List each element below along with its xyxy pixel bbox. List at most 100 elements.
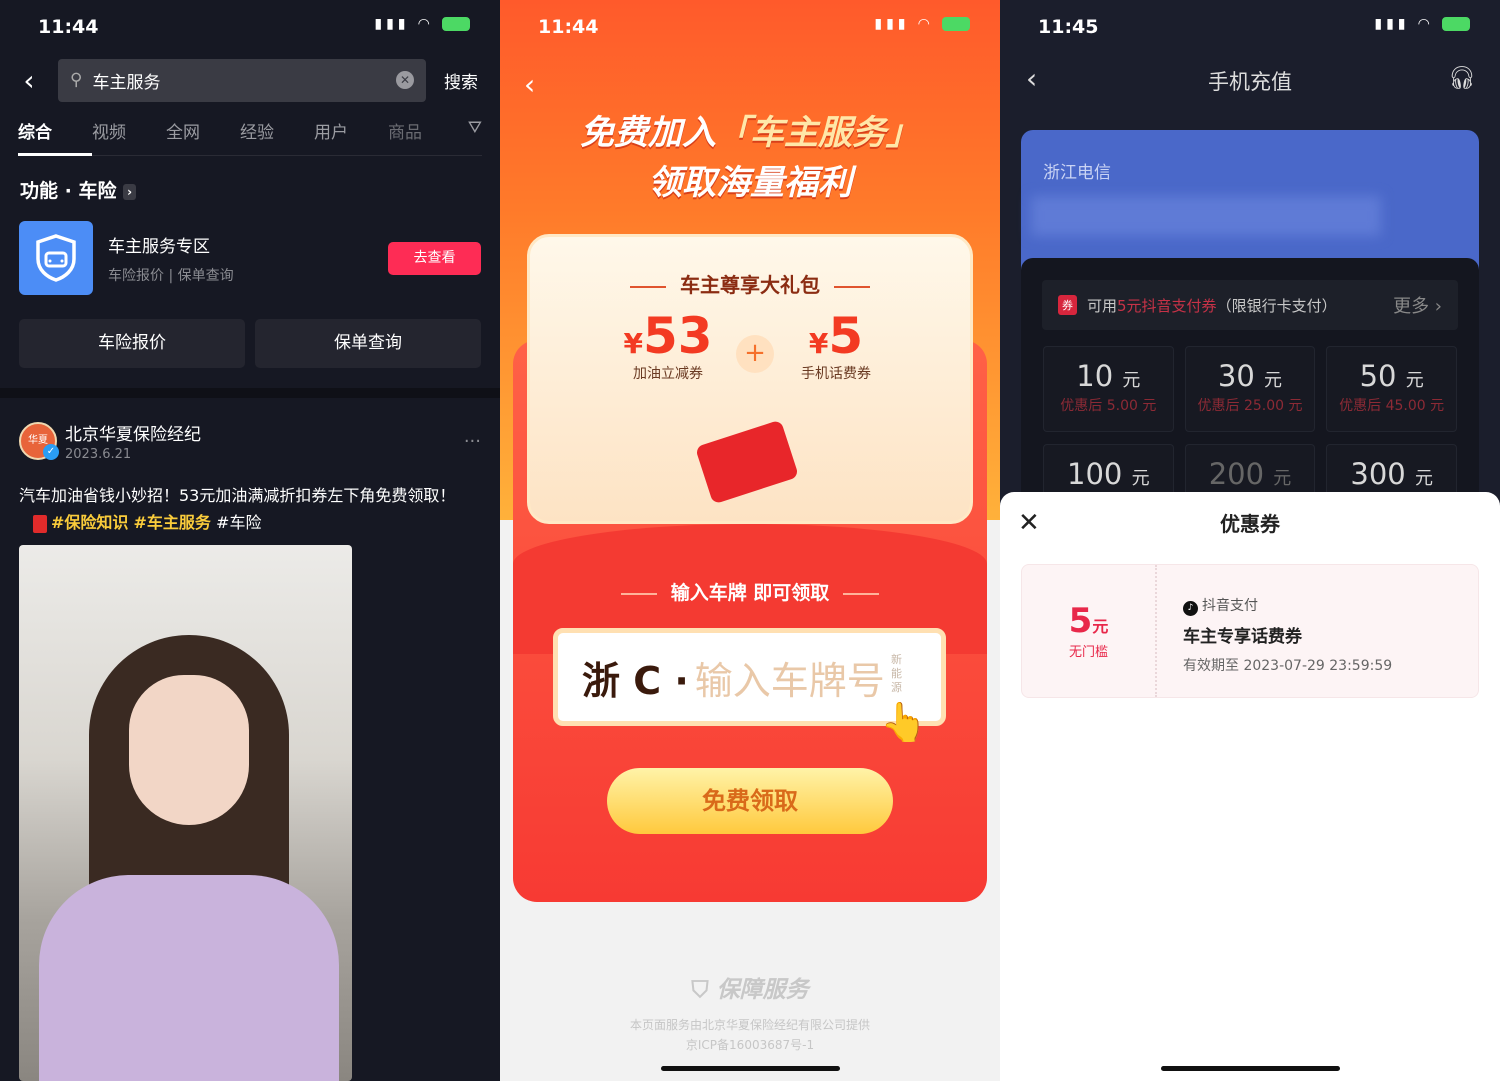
service-name: 车主服务专区: [108, 236, 210, 257]
title-text: 免费加入: [580, 113, 716, 153]
hashtag[interactable]: #车险: [216, 513, 261, 532]
coupon-pre: 可用: [1087, 296, 1118, 315]
post-date: 2023.6.21: [65, 447, 132, 462]
avatar[interactable]: 华夏 ✓: [19, 422, 59, 460]
coupon-value: 5: [1068, 601, 1093, 641]
result-tabs: 综合 视频 全网 经验 用户 商品 ⛛: [18, 118, 482, 156]
new-energy-toggle[interactable]: 新能源: [891, 653, 905, 695]
search-input[interactable]: ⚲ 车主服务 ✕: [58, 58, 426, 102]
coupon-value: 5: [828, 307, 864, 365]
status-time: 11:44: [38, 16, 99, 38]
pointing-hand-icon: 👆: [880, 700, 928, 744]
hashtag[interactable]: #保险知识: [51, 513, 128, 532]
coupon-source: 抖音支付: [1202, 598, 1258, 614]
amount-unit: 元: [1273, 468, 1292, 489]
fuel-coupon: ¥53 加油立减券: [598, 307, 738, 383]
shield-icon: ⛉: [691, 977, 709, 1003]
amount-unit: 元: [1122, 370, 1141, 391]
phone-coupon: ¥5 手机话费券: [766, 307, 906, 383]
status-icons: ▮▮▮ ◠: [1374, 16, 1470, 38]
search-button[interactable]: 搜索: [444, 68, 478, 93]
verified-icon: ✓: [43, 444, 59, 460]
coupon-name: 车主专享话费券: [1183, 627, 1302, 647]
recharge-screen: 11:45 ▮▮▮ ◠ ‹ 手机充值 🎧︎ 浙江电信 券可用 5元抖音支付券 （限银行卡支…: [1000, 0, 1500, 1081]
tab-experience[interactable]: 经验: [240, 118, 314, 155]
coupon-highlight: 5元抖音支付券: [1117, 296, 1217, 315]
discount-price: 优惠后 45.00 元: [1339, 398, 1445, 414]
tab-all[interactable]: 综合: [18, 118, 92, 156]
discount-price: 优惠后 5.00 元: [1060, 398, 1157, 414]
discount-price: 优惠后 25.00 元: [1197, 398, 1303, 414]
status-bar: 11:44 ▮▮▮ ◠: [38, 16, 470, 38]
blurred-phone-number: [1031, 196, 1381, 236]
section-title[interactable]: 功能 · 车险 ›: [20, 176, 137, 203]
author-name[interactable]: 北京华夏保险经纪: [65, 420, 201, 445]
amount-option[interactable]: 30 元优惠后 25.00 元: [1184, 346, 1316, 432]
guarantee-badge: ⛉ 保障服务: [500, 970, 1000, 1004]
more-icon[interactable]: ···: [464, 431, 481, 452]
gift-package-card: 车主尊享大礼包 ¥53 加油立减券 + ¥5 手机话费券: [527, 234, 973, 524]
guarantee-text: 保障服务: [716, 977, 809, 1003]
back-icon[interactable]: ‹: [1026, 62, 1037, 95]
headset-icon[interactable]: 🎧︎: [1448, 66, 1476, 91]
tab-goods[interactable]: 商品: [388, 118, 462, 155]
status-icons: ▮▮▮ ◠: [874, 16, 970, 38]
currency: ¥: [808, 327, 829, 360]
coupon-condition: 无门槛: [1068, 645, 1108, 660]
back-icon[interactable]: ‹: [0, 64, 58, 97]
hashtag[interactable]: #车主服务: [134, 513, 211, 532]
search-query: 车主服务: [92, 72, 161, 93]
car-shield-icon: [19, 221, 93, 295]
amount-value: 30: [1217, 359, 1255, 393]
hand-red-packet-illustration: [694, 419, 800, 505]
status-bar: 11:44 ▮▮▮ ◠: [538, 16, 970, 38]
coupon-label: 手机话费券: [801, 366, 871, 382]
footer-icp: 京ICP备16003687号-1: [685, 1038, 815, 1052]
amount-unit: 元: [1405, 370, 1424, 391]
douyin-icon: ♪: [1183, 601, 1198, 616]
amount-value: 100: [1067, 457, 1123, 491]
tab-video[interactable]: 视频: [92, 118, 166, 155]
section-title-text: 功能 · 车险: [20, 180, 117, 202]
sheet-title: 优惠券: [1220, 512, 1280, 536]
divider: [0, 388, 500, 398]
carrier-name: 浙江电信: [1043, 163, 1111, 183]
amount-unit: 元: [1414, 468, 1433, 489]
service-card[interactable]: 车主服务专区 车险报价 | 保单查询 去查看: [19, 221, 481, 295]
amount-option[interactable]: 50 元优惠后 45.00 元: [1326, 346, 1457, 432]
avatar-text: 华夏: [28, 435, 48, 446]
insurance-quote-button[interactable]: 车险报价: [19, 319, 245, 368]
status-time: 11:45: [1038, 16, 1099, 38]
tab-web[interactable]: 全网: [166, 118, 240, 155]
chevron-right-icon: ›: [123, 183, 137, 200]
coupon-badge: 券: [1058, 295, 1077, 315]
coupon-expiry: 有效期至 2023-07-29 23:59:59: [1183, 658, 1393, 674]
coupon-sheet: ✕ 优惠券 5元 无门槛 ♪ 抖音支付 车主专享话费券 有效期至 2023-07-29 …: [1000, 492, 1500, 1081]
footer-provider: 本页面服务由北京华夏保险经纪有限公司提供: [629, 1018, 870, 1032]
battery-icon: [942, 17, 970, 31]
claim-button[interactable]: 免费领取: [607, 768, 893, 834]
post: 华夏 ✓ 北京华夏保险经纪 2023.6.21 ··· 汽车加油省钱小妙招！53元加…: [19, 420, 481, 536]
back-icon[interactable]: ‹: [524, 68, 535, 101]
battery-icon: [442, 17, 470, 31]
view-button[interactable]: 去查看: [388, 241, 481, 275]
status-time: 11:44: [538, 16, 599, 38]
video-thumbnail[interactable]: [19, 545, 352, 1081]
province-selector[interactable]: 浙 C ·: [582, 650, 689, 705]
status-bar: 11:45 ▮▮▮ ◠: [1038, 16, 1470, 38]
policy-query-button[interactable]: 保单查询: [255, 319, 481, 368]
enter-plate-label: 输入车牌 即可领取: [500, 578, 1000, 605]
more-link[interactable]: 更多 ›: [1393, 292, 1442, 318]
coupon-ticket[interactable]: 5元 无门槛 ♪ 抖音支付 车主专享话费券 有效期至 2023-07-29 23:59:…: [1021, 564, 1479, 698]
coupon-value: 53: [642, 307, 713, 365]
tab-users[interactable]: 用户: [314, 118, 388, 155]
home-indicator: [1161, 1066, 1340, 1071]
amount-option[interactable]: 10 元优惠后 5.00 元: [1043, 346, 1174, 432]
status-icons: ▮▮▮ ◠: [374, 16, 470, 38]
coupon-bar[interactable]: 券可用 5元抖音支付券 （限银行卡支付） 更多 ›: [1042, 280, 1458, 330]
title-line2: 领取海量福利: [648, 163, 852, 203]
promo-title: 免费加入「车主服务」 领取海量福利: [500, 108, 1000, 208]
filter-icon[interactable]: ⛛: [468, 118, 482, 155]
plate-placeholder: 输入车牌号: [694, 658, 885, 703]
clear-icon[interactable]: ✕: [396, 71, 414, 89]
